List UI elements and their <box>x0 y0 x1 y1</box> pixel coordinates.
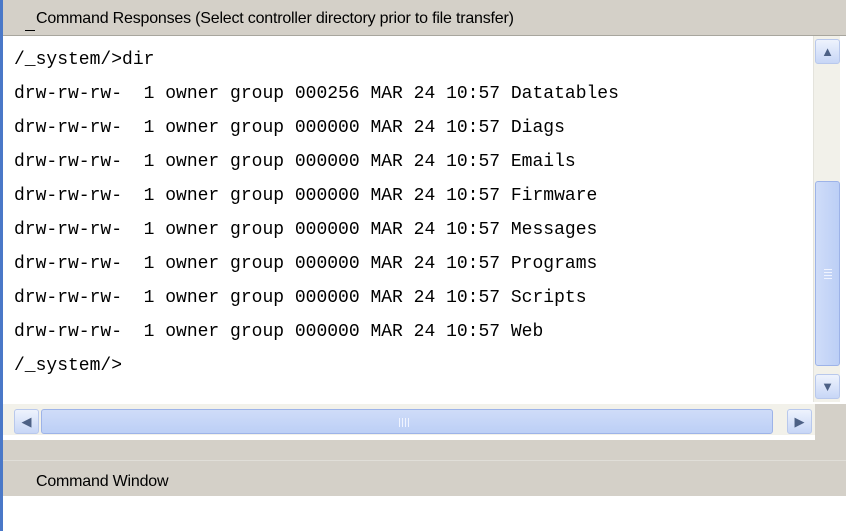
grip-line <box>399 418 400 427</box>
grip-line <box>402 418 403 427</box>
scroll-left-button[interactable]: ◀ <box>14 409 39 434</box>
command-window-header: Command Window <box>3 460 846 496</box>
arrow-left-icon: ◀ <box>21 413 32 429</box>
output-line: drw-rw-rw- 1 owner group 000000 MAR 24 1… <box>14 186 598 206</box>
vertical-scrollbar[interactable]: ▲ ▼ <box>813 36 840 402</box>
grip-line <box>824 272 832 273</box>
arrow-up-icon: ▲ <box>821 44 834 59</box>
header-tick-mark <box>25 30 35 31</box>
command-window-title: Command Window <box>36 473 169 490</box>
horizontal-scroll-thumb[interactable] <box>41 409 773 434</box>
output-line: drw-rw-rw- 1 owner group 000000 MAR 24 1… <box>14 322 544 342</box>
output-line: drw-rw-rw- 1 owner group 000256 MAR 24 1… <box>14 84 619 104</box>
grip-line <box>824 275 832 276</box>
output-line: drw-rw-rw- 1 owner group 000000 MAR 24 1… <box>14 152 576 172</box>
arrow-down-icon: ▼ <box>821 379 834 394</box>
grip-line <box>824 278 832 279</box>
output-line: /_system/> <box>14 356 123 376</box>
command-input-area[interactable] <box>3 496 846 531</box>
horizontal-scrollbar[interactable]: ◀ ▶ <box>3 404 840 435</box>
output-line: drw-rw-rw- 1 owner group 000000 MAR 24 1… <box>14 220 598 240</box>
grip-line <box>824 269 832 270</box>
scroll-right-button[interactable]: ▶ <box>787 409 812 434</box>
command-responses-title: Command Responses (Select controller dir… <box>36 10 514 27</box>
grip-line <box>405 418 406 427</box>
vertical-scroll-thumb[interactable] <box>815 181 840 366</box>
scroll-down-button[interactable]: ▼ <box>815 374 840 399</box>
output-line: drw-rw-rw- 1 owner group 000000 MAR 24 1… <box>14 254 598 274</box>
output-line: drw-rw-rw- 1 owner group 000000 MAR 24 1… <box>14 288 587 308</box>
command-responses-output[interactable]: /_system/>dir drw-rw-rw- 1 owner group 0… <box>3 36 813 402</box>
output-line: /_system/>dir <box>14 50 155 70</box>
command-responses-header: Command Responses (Select controller dir… <box>3 0 846 36</box>
grip-line <box>408 418 409 427</box>
scrollbar-corner <box>815 404 846 440</box>
output-line: drw-rw-rw- 1 owner group 000000 MAR 24 1… <box>14 118 565 138</box>
panel-separator <box>3 440 846 460</box>
scroll-up-button[interactable]: ▲ <box>815 39 840 64</box>
arrow-right-icon: ▶ <box>794 413 805 429</box>
